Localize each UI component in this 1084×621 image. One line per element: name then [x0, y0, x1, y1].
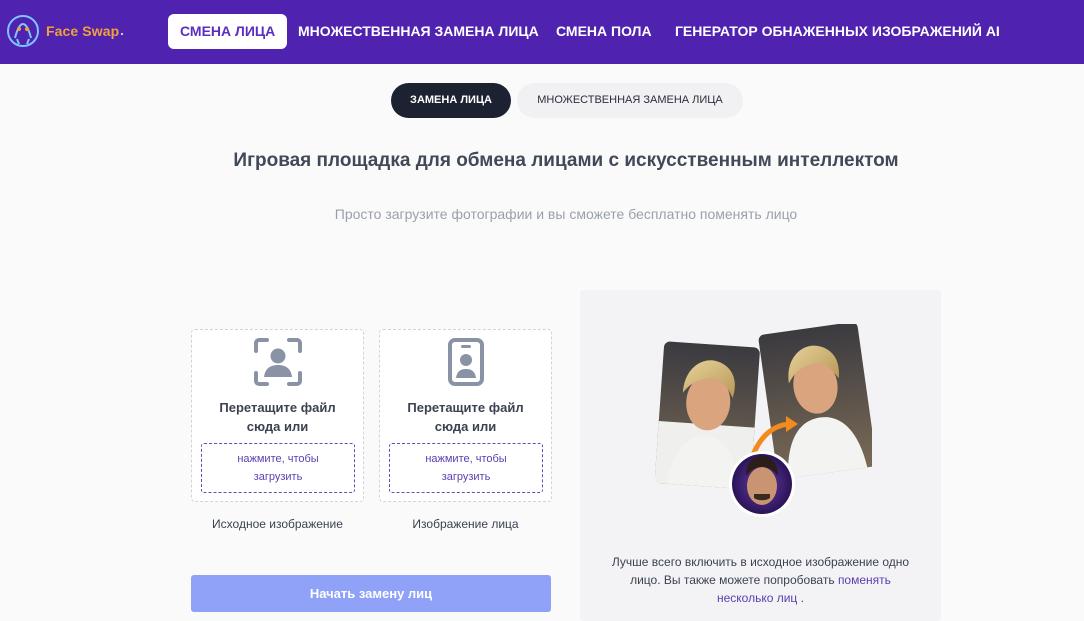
nav-item-face-swap[interactable]: СМЕНА ЛИЦА — [168, 14, 288, 49]
logo-text: Face Swap — [46, 23, 120, 39]
note-text: . — [800, 591, 804, 605]
id-badge-icon — [447, 338, 484, 386]
source-image-caption: Исходное изображение — [212, 517, 343, 531]
page-subtitle: Просто загрузите фотографии и вы сможете… — [334, 206, 798, 222]
source-image-upload[interactable]: Перетащите файл сюда или нажмите, чтобы … — [191, 329, 364, 502]
example-panel: Лучше всего включить в исходное изображе… — [580, 290, 941, 621]
top-navigation-bar: Face Swap СМЕНА ЛИЦА МНОЖЕСТВЕННАЯ ЗАМЕН… — [0, 0, 1084, 64]
link-text: несколько лиц — [716, 591, 798, 605]
drop-line: Перетащите файл — [219, 400, 336, 415]
drop-instructions: Перетащите файл сюда или — [380, 398, 551, 436]
tab-face-swap[interactable]: ЗАМЕНА ЛИЦА — [391, 83, 511, 118]
click-line: загрузить — [441, 471, 491, 483]
click-line: нажмите, чтобы — [237, 453, 319, 465]
click-line: загрузить — [253, 471, 303, 483]
drop-line: сюда или — [434, 419, 497, 434]
drop-instructions: Перетащите файл сюда или — [192, 398, 363, 436]
start-face-swap-button[interactable]: Начать замену лиц — [191, 575, 551, 612]
click-to-upload-button[interactable]: нажмите, чтобы загрузить — [201, 443, 355, 493]
drop-line: Перетащите файл — [407, 400, 524, 415]
example-note: Лучше всего включить в исходное изображе… — [596, 553, 925, 607]
face-swap-logo-icon — [7, 15, 39, 47]
click-line: нажмите, чтобы — [425, 453, 507, 465]
nav-item-gender-swap[interactable]: СМЕНА ПОЛА — [556, 14, 652, 49]
face-image-caption: Изображение лица — [412, 517, 519, 531]
note-text: Лучше всего включить в исходное изображе… — [611, 555, 910, 569]
click-to-upload-button[interactable]: нажмите, чтобы загрузить — [389, 443, 543, 493]
logo[interactable]: Face Swap — [6, 13, 136, 49]
note-text: лицо. Вы также можете попробовать — [630, 573, 835, 587]
nav-item-multi-face-swap[interactable]: МНОЖЕСТВЕННАЯ ЗАМЕНА ЛИЦА — [298, 14, 539, 49]
nav-item-nude-generator[interactable]: ГЕНЕРАТОР ОБНАЖЕННЫХ ИЗОБРАЖЕНИЙ AI — [675, 14, 1000, 49]
face-scan-icon — [253, 338, 302, 386]
face-image-upload[interactable]: Перетащите файл сюда или нажмите, чтобы … — [379, 329, 552, 502]
page-title: Игровая площадка для обмена лицами с иск… — [233, 150, 899, 171]
link-text: поменять — [837, 573, 891, 587]
tab-multi-face-swap[interactable]: МНОЖЕСТВЕННАЯ ЗАМЕНА ЛИЦА — [517, 83, 743, 118]
drop-line: сюда или — [246, 419, 309, 434]
example-face-swap-illustration — [654, 324, 872, 517]
logo-dot — [121, 33, 123, 35]
